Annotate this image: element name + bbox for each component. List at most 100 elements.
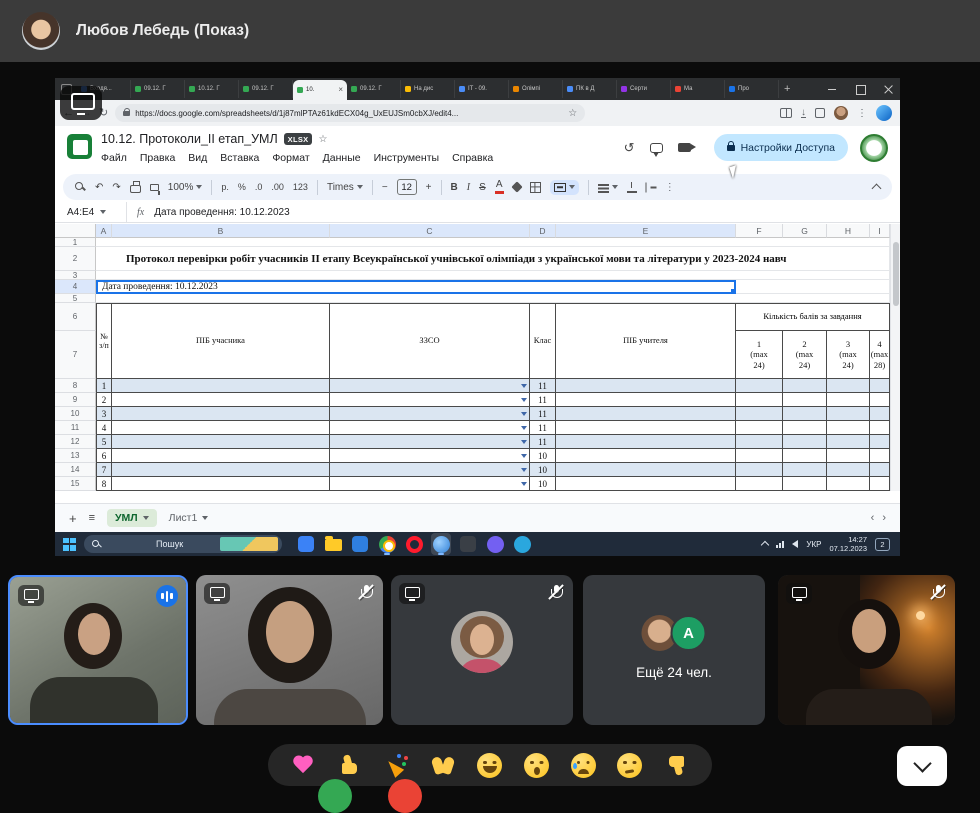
column-header[interactable]: I xyxy=(870,224,890,238)
cell-teacher[interactable] xyxy=(556,463,736,477)
menu-edit[interactable]: Правка xyxy=(140,152,175,164)
browser-tab[interactable]: Олімпі xyxy=(509,80,563,98)
call-control-partial-red[interactable] xyxy=(388,779,422,813)
cell-school[interactable] xyxy=(330,421,530,435)
column-header[interactable]: E xyxy=(556,224,736,238)
vertical-align-button[interactable] xyxy=(626,181,637,193)
taskbar-search-input[interactable]: Пошук xyxy=(84,535,282,553)
font-size-field[interactable]: 12 xyxy=(396,179,417,195)
cell-num[interactable]: 2 xyxy=(96,393,112,407)
scrollbar-thumb[interactable] xyxy=(893,242,899,306)
header-cell-school[interactable]: ЗЗСО xyxy=(330,303,530,379)
print-icon[interactable] xyxy=(129,181,141,193)
cell-participant[interactable] xyxy=(112,421,330,435)
browser-tab[interactable]: 09.12. Г xyxy=(347,80,401,98)
dropdown-icon[interactable] xyxy=(521,481,527,486)
menu-tools[interactable]: Инструменты xyxy=(374,152,439,164)
taskbar-app-viber[interactable] xyxy=(485,533,505,555)
network-icon[interactable] xyxy=(776,540,785,548)
cell-grade[interactable]: 11 xyxy=(530,379,556,393)
reaction-party-popper-icon[interactable] xyxy=(382,750,412,780)
protocol-title-cell[interactable]: Протокол перевірки робіт учасників ІІ ет… xyxy=(96,247,890,271)
taskbar-app-opera[interactable] xyxy=(404,533,424,555)
header-cell-score3[interactable]: 3 (max 24) xyxy=(827,331,870,379)
speaker-icon[interactable] xyxy=(792,540,799,548)
browser-tab[interactable]: Серти xyxy=(617,80,671,98)
browser-tab[interactable]: 09.12. Г xyxy=(239,80,293,98)
header-cell-teacher[interactable]: ПІБ учителя xyxy=(556,303,736,379)
participant-overflow-tile[interactable]: A Ещё 24 чел. xyxy=(583,575,765,725)
tray-expand-icon[interactable] xyxy=(761,540,770,550)
cell-participant[interactable] xyxy=(112,393,330,407)
font-size-increase-button[interactable]: + xyxy=(426,182,432,193)
number-format-button[interactable]: 123 xyxy=(293,182,308,192)
collapse-toolbar-icon[interactable] xyxy=(871,183,882,194)
browser-tab[interactable]: 10.12. Г xyxy=(185,80,239,98)
empty-cells[interactable] xyxy=(96,271,890,280)
text-wrap-button[interactable] xyxy=(645,182,656,192)
taskbar-app-store[interactable] xyxy=(350,533,370,555)
bold-button[interactable]: B xyxy=(451,182,458,193)
row-header[interactable]: 2 xyxy=(55,247,96,271)
reaction-tears-of-joy-icon[interactable] xyxy=(475,750,505,780)
cell-num[interactable]: 1 xyxy=(96,379,112,393)
notification-count-badge[interactable]: 2 xyxy=(875,537,890,551)
select-all-corner[interactable] xyxy=(55,224,96,238)
all-sheets-icon[interactable]: ≡ xyxy=(89,512,95,524)
taskbar-app-browser-active[interactable] xyxy=(431,533,451,555)
header-cell-score4[interactable]: 4 (max 28) xyxy=(870,331,890,379)
taskbar-app-chrome[interactable] xyxy=(377,533,397,555)
cell-teacher[interactable] xyxy=(556,477,736,491)
cell-num[interactable]: 7 xyxy=(96,463,112,477)
cell-school[interactable] xyxy=(330,449,530,463)
column-header[interactable]: D xyxy=(530,224,556,238)
cell-grade[interactable]: 10 xyxy=(530,477,556,491)
share-button[interactable]: Настройки Доступа xyxy=(713,134,848,161)
cell-participant[interactable] xyxy=(112,477,330,491)
participant-tile[interactable] xyxy=(778,575,955,725)
browser-tab[interactable]: Ма xyxy=(671,80,725,98)
window-close-button[interactable] xyxy=(883,84,894,95)
column-header[interactable]: C xyxy=(330,224,530,238)
row-header[interactable]: 12 xyxy=(55,435,96,449)
row-header[interactable]: 15 xyxy=(55,477,96,491)
participant-tile[interactable] xyxy=(196,575,383,725)
horizontal-align-button[interactable] xyxy=(597,181,618,193)
cell-participant[interactable] xyxy=(112,435,330,449)
browser-tab[interactable]: IT - 09. xyxy=(455,80,509,98)
reaction-astonished-icon[interactable] xyxy=(522,750,552,780)
taskbar-app-taskview[interactable] xyxy=(296,533,316,555)
row-header[interactable]: 3 xyxy=(55,271,96,280)
browser-assistant-icon[interactable] xyxy=(876,105,892,121)
column-header[interactable]: B xyxy=(112,224,330,238)
row-header[interactable]: 8 xyxy=(55,379,96,393)
dropdown-icon[interactable] xyxy=(521,467,527,472)
downloads-icon[interactable]: ↓ xyxy=(801,108,806,118)
call-control-partial-green[interactable] xyxy=(318,779,352,813)
dropdown-icon[interactable] xyxy=(521,383,527,388)
vertical-scrollbar[interactable] xyxy=(890,224,900,491)
formula-input[interactable]: Дата проведення: 10.12.2023 xyxy=(154,207,289,218)
sheets-logo-icon[interactable] xyxy=(67,134,92,159)
row-header[interactable]: 9 xyxy=(55,393,96,407)
header-cell-points[interactable]: Кількість балів за завдання xyxy=(736,303,890,331)
row-header[interactable]: 6 xyxy=(55,303,96,331)
menu-insert[interactable]: Вставка xyxy=(220,152,259,164)
empty-cells[interactable] xyxy=(96,238,890,247)
row-header[interactable]: 13 xyxy=(55,449,96,463)
selected-date-cell[interactable]: Дата проведення: 10.12.2023 xyxy=(96,280,736,294)
meet-camera-icon[interactable] xyxy=(677,143,696,152)
taskbar-clock[interactable]: 14:27 07.12.2023 xyxy=(829,535,867,553)
cell-teacher[interactable] xyxy=(556,449,736,463)
zoom-select[interactable]: 100% xyxy=(168,182,203,193)
split-screen-icon[interactable] xyxy=(780,108,792,118)
cell-participant[interactable] xyxy=(112,379,330,393)
font-select[interactable]: Times xyxy=(327,182,363,193)
column-header[interactable]: A xyxy=(96,224,112,238)
fill-color-icon[interactable] xyxy=(511,181,523,193)
browser-tab[interactable]: Про xyxy=(725,80,779,98)
currency-format-button[interactable]: р. xyxy=(221,182,229,192)
header-cell-num[interactable]: № з/п xyxy=(96,303,112,379)
window-minimize-button[interactable] xyxy=(827,84,838,95)
sheet-tab[interactable]: Лист1 xyxy=(169,512,209,524)
